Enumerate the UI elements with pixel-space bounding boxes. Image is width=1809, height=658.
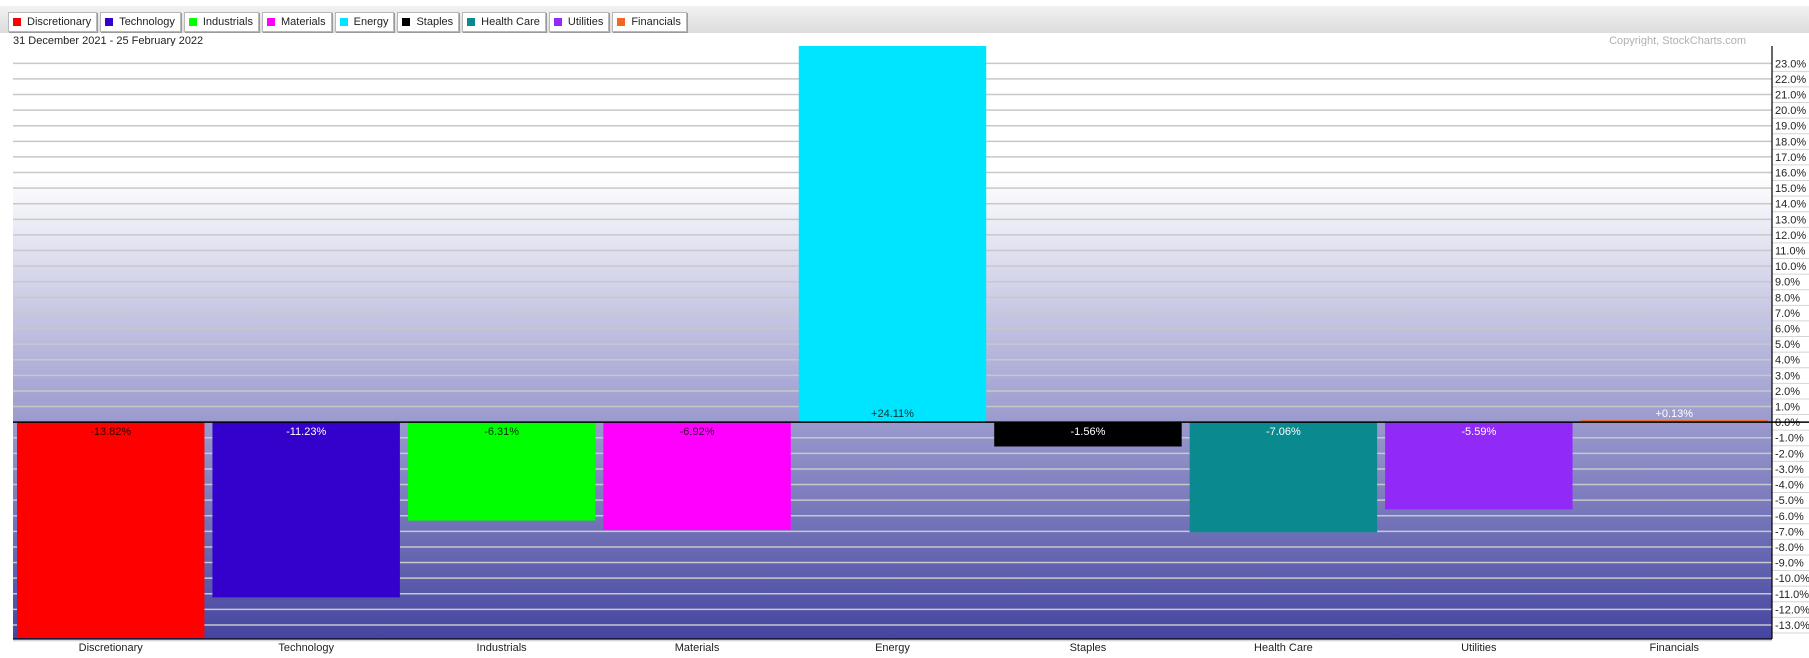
- y-tick-label: -7.0%: [1775, 526, 1804, 538]
- y-tick-label: -10.0%: [1775, 573, 1809, 585]
- bar-value-label: -11.23%: [286, 426, 326, 438]
- y-tick-label: 13.0%: [1775, 214, 1806, 226]
- y-tick-label: 1.0%: [1775, 402, 1800, 414]
- sector-performance-chart: -13.82% -11.23% -6.31% -6.92% +24.11% -1.56% -…: [13, 46, 1809, 654]
- bar-value-label: -1.56%: [1071, 426, 1106, 438]
- y-tick-label: 12.0%: [1775, 230, 1806, 242]
- y-tick-label: 5.0%: [1775, 339, 1800, 351]
- y-tick-label: 22.0%: [1775, 74, 1806, 86]
- x-category-label: Financials: [1650, 642, 1700, 654]
- y-tick-label: 19.0%: [1775, 121, 1806, 133]
- y-tick-label: 2.0%: [1775, 386, 1800, 398]
- y-tick-label: -5.0%: [1775, 495, 1804, 507]
- y-tick-label: 11.0%: [1775, 246, 1806, 258]
- x-category-label: Energy: [875, 642, 910, 654]
- y-tick-label: -6.0%: [1775, 511, 1804, 523]
- y-tick-label: 8.0%: [1775, 292, 1800, 304]
- y-tick-label: -11.0%: [1775, 589, 1809, 601]
- y-tick-label: 14.0%: [1775, 199, 1806, 211]
- y-tick-label: 18.0%: [1775, 136, 1806, 148]
- y-tick-label: 10.0%: [1775, 261, 1806, 273]
- bar-materials[interactable]: [603, 422, 791, 531]
- bar-value-label: -6.92%: [680, 426, 715, 438]
- y-tick-label: 3.0%: [1775, 370, 1800, 382]
- y-tick-label: -1.0%: [1775, 433, 1804, 445]
- y-tick-label: 0.0%: [1775, 417, 1800, 429]
- bar-value-label: +24.11%: [871, 408, 914, 420]
- y-tick-label: 4.0%: [1775, 355, 1800, 367]
- y-tick-label: 17.0%: [1775, 152, 1806, 164]
- bar-energy[interactable]: [798, 46, 987, 423]
- y-tick-label: 16.0%: [1775, 168, 1806, 180]
- y-tick-label: -12.0%: [1775, 604, 1809, 616]
- bar-value-label: -6.31%: [484, 426, 519, 438]
- bar-technology[interactable]: [212, 422, 400, 598]
- x-category-label: Health Care: [1254, 642, 1313, 654]
- y-tick-label: 7.0%: [1775, 308, 1800, 320]
- y-tick-label: 9.0%: [1775, 277, 1800, 289]
- y-tick-label: 23.0%: [1775, 58, 1806, 70]
- y-tick-label: -4.0%: [1775, 480, 1804, 492]
- y-tick-label: 20.0%: [1775, 105, 1806, 117]
- y-tick-label: 15.0%: [1775, 183, 1806, 195]
- y-tick-label: -8.0%: [1775, 542, 1804, 554]
- x-category-label: Materials: [675, 642, 720, 654]
- bar-value-label: -5.59%: [1461, 426, 1496, 438]
- x-category-label: Utilities: [1461, 642, 1497, 654]
- y-tick-label: 21.0%: [1775, 90, 1806, 102]
- x-category-label: Discretionary: [79, 642, 144, 654]
- y-tick-label: 6.0%: [1775, 324, 1800, 336]
- x-category-label: Staples: [1070, 642, 1107, 654]
- x-category-label: Industrials: [477, 642, 528, 654]
- bar-health-care[interactable]: [1189, 422, 1378, 533]
- bar-value-label: -13.82%: [90, 426, 131, 438]
- bar-discretionary[interactable]: [17, 422, 205, 638]
- y-tick-label: -2.0%: [1775, 448, 1804, 460]
- bar-value-label: +0.13%: [1655, 408, 1693, 420]
- y-tick-label: -3.0%: [1775, 464, 1804, 476]
- x-category-label: Technology: [278, 642, 334, 654]
- bar-value-label: -7.06%: [1266, 426, 1301, 438]
- y-tick-label: -13.0%: [1775, 620, 1809, 632]
- y-tick-label: -9.0%: [1775, 558, 1804, 570]
